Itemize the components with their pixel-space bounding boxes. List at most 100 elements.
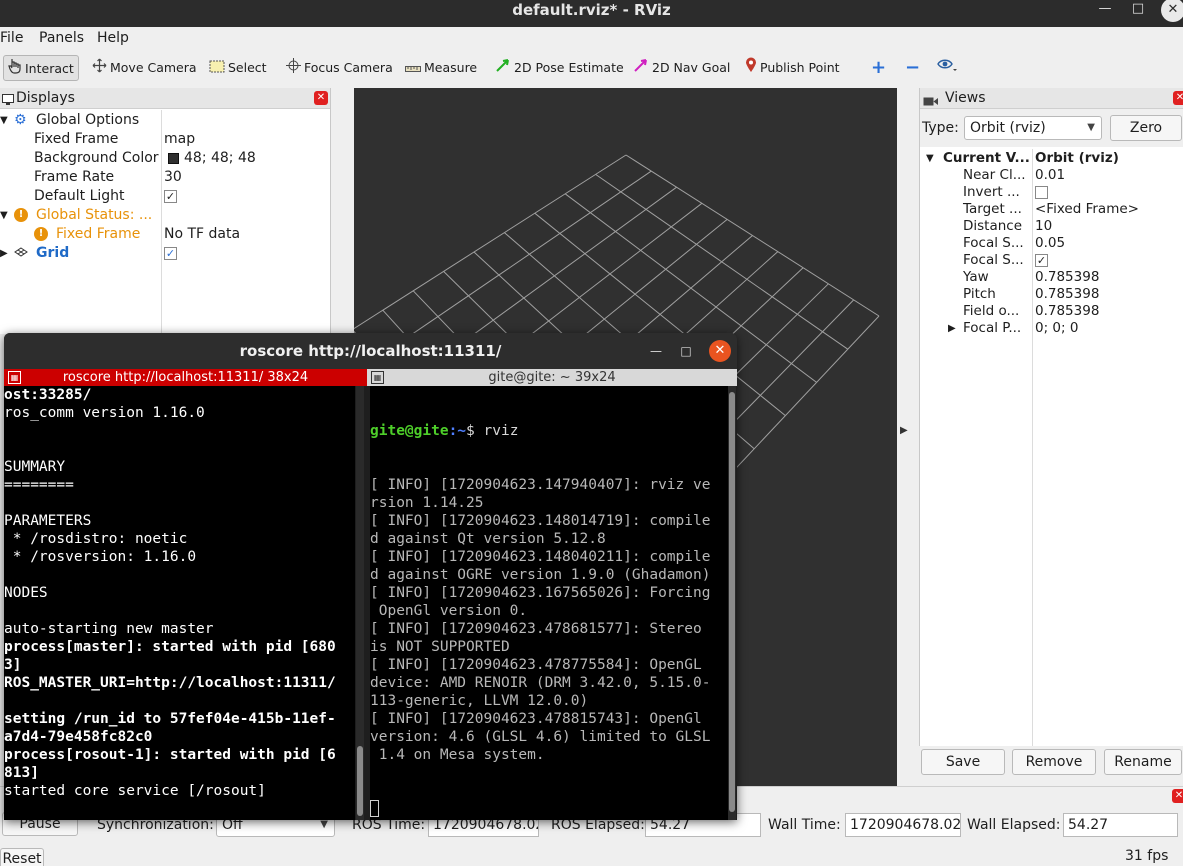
terminal-line: [ INFO] [1720904623.148014719]: compile	[370, 513, 711, 529]
focal-shape-checkbox[interactable]: ✓	[1035, 254, 1048, 267]
save-view-button[interactable]: Save	[921, 749, 1005, 775]
left-pane-tab[interactable]: ▦ roscore http://localhost:11311/ 38x24	[4, 369, 367, 386]
grid-enabled-checkbox[interactable]: ✓	[164, 247, 177, 260]
wall-elapsed-field[interactable]: 54.27	[1063, 813, 1178, 837]
eye-icon[interactable]	[937, 55, 957, 81]
scrollbar-thumb[interactable]	[729, 392, 735, 812]
focal-shape-row[interactable]: Focal S... ✓	[920, 252, 1183, 269]
distance-value[interactable]: 10	[1035, 218, 1052, 235]
current-view-row[interactable]: ▼ Current V... Orbit (rviz)	[920, 150, 1183, 167]
views-button-bar: Save Remove Rename	[919, 746, 1183, 778]
terminal-maximize-icon[interactable]: □	[675, 340, 697, 362]
terminal-line: 113-generic, LLVM 12.0.0)	[370, 693, 589, 709]
close-panel-icon[interactable]: ✕	[314, 91, 328, 105]
terminal-line: 1.4 on Mesa system.	[370, 747, 545, 763]
menu-help[interactable]: Help	[97, 30, 129, 46]
current-view-value: Orbit (rviz)	[1035, 150, 1119, 166]
pitch-value[interactable]: 0.785398	[1035, 286, 1099, 303]
field-of-view-value[interactable]: 0.785398	[1035, 303, 1099, 320]
field-of-view-label: Field o...	[963, 303, 1020, 319]
gear-icon: ⚙	[14, 112, 27, 128]
expand-down-icon[interactable]: ▼	[926, 150, 934, 167]
view-type-select[interactable]: Orbit (rviz) ▼	[964, 116, 1102, 140]
rviz-terminal-pane[interactable]: gite@gite:~$ rviz [ INFO] [1720904623.14…	[370, 386, 728, 820]
publish-point-tool-button[interactable]: Publish Point	[745, 55, 840, 81]
add-tool-icon[interactable]: +	[871, 55, 886, 81]
terminal-line: version: 4.6 (GLSL 4.6) limited to GLSL	[370, 729, 711, 745]
terminal-line: process[master]: started with pid [680	[4, 639, 336, 655]
expand-right-icon[interactable]: ▶	[948, 320, 956, 337]
yaw-row[interactable]: Yaw 0.785398	[920, 269, 1183, 286]
default-light-checkbox[interactable]: ✓	[164, 190, 177, 203]
close-panel-icon[interactable]: ✕	[1172, 789, 1183, 803]
menu-panels[interactable]: Panels	[39, 30, 84, 46]
pose-estimate-tool-label: 2D Pose Estimate	[514, 60, 624, 75]
color-swatch[interactable]	[168, 153, 179, 164]
focal-size-value[interactable]: 0.05	[1035, 235, 1065, 252]
scrollbar-thumb[interactable]	[357, 746, 363, 816]
near-clip-row[interactable]: Near Cl... 0.01	[920, 167, 1183, 184]
focal-shape-label: Focal S...	[963, 252, 1024, 268]
focal-point-value[interactable]: 0; 0; 0	[1035, 320, 1078, 337]
measure-tool-button[interactable]: Measure	[405, 55, 477, 81]
interact-tool-button[interactable]: Interact	[3, 55, 79, 81]
field-of-view-row[interactable]: Field o... 0.785398	[920, 303, 1183, 320]
terminal-minimize-icon[interactable]: —	[645, 340, 667, 362]
right-pane-scrollbar[interactable]	[728, 386, 736, 820]
focus-crosshair-icon	[286, 56, 301, 82]
remove-view-button[interactable]: Remove	[1012, 749, 1096, 775]
terminal-line: [ INFO] [1720904623.478775584]: OpenGL	[370, 657, 702, 673]
type-label: Type:	[922, 120, 959, 136]
invert-row[interactable]: Invert ...	[920, 184, 1183, 201]
maximize-icon[interactable]: □	[1126, 0, 1150, 20]
frame-rate-value[interactable]: 30	[164, 168, 182, 187]
yaw-value[interactable]: 0.785398	[1035, 269, 1099, 286]
terminal-line: 813]	[4, 765, 39, 781]
terminal-close-icon[interactable]: ✕	[709, 340, 731, 362]
close-panel-icon[interactable]: ✕	[1173, 91, 1183, 105]
expand-down-icon[interactable]: ▼	[0, 206, 8, 225]
grid-label: Grid	[36, 245, 70, 261]
displays-panel: Displays ✕ ▼ ⚙ Global Options Fixed Fram…	[0, 88, 331, 334]
close-window-icon[interactable]: ✕	[1161, 0, 1183, 22]
target-row[interactable]: Target ... <Fixed Frame>	[920, 201, 1183, 218]
frame-rate-label: Frame Rate	[34, 169, 115, 185]
expand-down-icon[interactable]: ▼	[0, 111, 8, 130]
left-pane-scrollbar[interactable]	[356, 386, 364, 820]
terminal-line: started core service [/rosout]	[4, 783, 266, 799]
chevron-down-icon: ▼	[1087, 122, 1095, 133]
select-tool-button[interactable]: Select	[209, 55, 267, 81]
pose-estimate-tool-button[interactable]: 2D Pose Estimate	[495, 55, 624, 81]
menu-file[interactable]: File	[0, 30, 23, 46]
target-value[interactable]: <Fixed Frame>	[1035, 201, 1139, 218]
background-color-value[interactable]: 48; 48; 48	[184, 149, 256, 168]
distance-row[interactable]: Distance 10	[920, 218, 1183, 235]
rename-view-button[interactable]: Rename	[1104, 749, 1182, 775]
zero-button[interactable]: Zero	[1110, 115, 1182, 141]
pitch-row[interactable]: Pitch 0.785398	[920, 286, 1183, 303]
move-camera-tool-button[interactable]: Move Camera	[92, 55, 197, 81]
minimize-icon[interactable]: —	[1093, 0, 1117, 20]
fixed-frame-value[interactable]: map	[164, 130, 195, 149]
invert-checkbox[interactable]	[1035, 186, 1048, 199]
focal-size-row[interactable]: Focal S... 0.05	[920, 235, 1183, 252]
fixed-frame-status-label: Fixed Frame	[56, 226, 141, 242]
terminal-line: 3]	[4, 657, 22, 673]
focus-camera-tool-button[interactable]: Focus Camera	[286, 55, 393, 81]
measure-tool-label: Measure	[424, 60, 478, 75]
expand-right-icon[interactable]: ▶	[0, 244, 8, 263]
roscore-terminal-pane[interactable]: ost:33285/ros_comm version 1.16.0 SUMMARY…	[4, 386, 355, 820]
nav-goal-tool-button[interactable]: 2D Nav Goal	[633, 55, 730, 81]
target-label: Target ...	[963, 201, 1022, 217]
right-pane-tab[interactable]: ▦ gite@gite: ~ 39x24	[367, 369, 737, 386]
near-clip-value[interactable]: 0.01	[1035, 167, 1065, 184]
reset-button[interactable]: Reset	[0, 848, 44, 866]
terminal-window[interactable]: roscore http://localhost:11311/ — □ ✕ ▦ …	[4, 333, 737, 820]
remove-tool-icon[interactable]: −	[905, 55, 920, 81]
wall-time-field[interactable]: 1720904678.02	[845, 813, 961, 837]
splitter-arrow-icon[interactable]: ▶	[900, 425, 908, 436]
focal-point-row[interactable]: ▶ Focal P... 0; 0; 0	[920, 320, 1183, 337]
terminal-cursor	[370, 800, 379, 817]
